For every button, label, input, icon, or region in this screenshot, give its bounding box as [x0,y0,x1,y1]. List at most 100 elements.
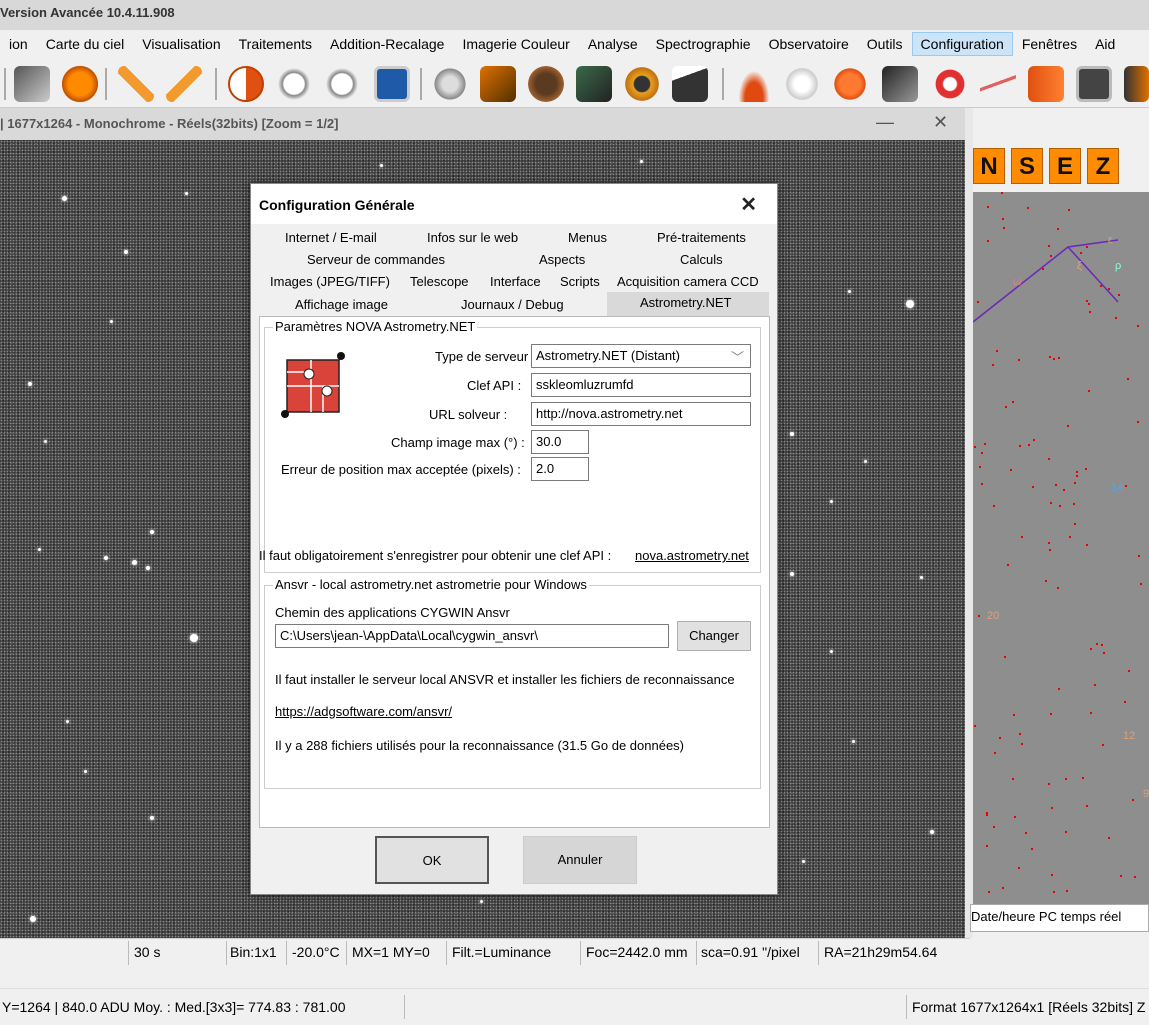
menu-item-spectrography[interactable]: Spectrographie [647,32,760,56]
nova-settings-group: Paramètres NOVA Astrometry.NET Type de s… [259,319,761,573]
record-icon[interactable] [932,66,968,102]
north-button[interactable]: N [973,148,1005,184]
dialog-close-button[interactable]: ✕ [740,192,757,217]
cygwin-path-input[interactable]: C:\Users\jean-\AppData\Local\cygwin_ansv… [275,624,669,648]
sky-panel-header [973,108,1149,140]
bars-icon[interactable] [1028,66,1064,102]
menu-item-observatory[interactable]: Observatoire [760,32,858,56]
tab-command-server[interactable]: Serveur de commandes [307,252,445,267]
menu-item-stacking[interactable]: Addition-Recalage [321,32,453,56]
menu-item-sky-map[interactable]: Carte du ciel [37,32,134,56]
tab-ccd-acquisition[interactable]: Acquisition camera CCD [617,274,759,289]
tab-menus[interactable]: Menus [568,230,607,245]
transform-icon[interactable] [14,66,50,102]
catalog-star-dot [1050,713,1052,715]
info-icon[interactable] [62,66,98,102]
wrench-icon[interactable] [832,66,868,102]
tab-aspects[interactable]: Aspects [539,252,585,267]
status-separator [818,941,819,965]
catalog-star-dot [1033,439,1035,441]
menu-item-view[interactable]: Visualisation [133,32,229,56]
east-button[interactable]: E [1049,148,1081,184]
tab-telescope[interactable]: Telescope [410,274,469,289]
catalog-star-dot [1096,643,1098,645]
camera-1-icon[interactable] [480,66,516,102]
tab-images-jpeg-tiff[interactable]: Images (JPEG/TIFF) [270,274,390,289]
change-path-button[interactable]: Changer [677,621,751,651]
tab-interface[interactable]: Interface [490,274,541,289]
menu-item-file[interactable]: ion [0,32,37,56]
image-window-close-button[interactable]: ✕ [933,112,948,133]
stack-icon[interactable] [882,66,918,102]
tab-logs-debug[interactable]: Journaux / Debug [461,297,564,312]
catalog-star-dot [1065,831,1067,833]
tab-calculations[interactable]: Calculs [680,252,723,267]
catalog-star-dot [994,752,996,754]
south-button[interactable]: S [1011,148,1043,184]
catalog-star-dot [1007,564,1009,566]
max-field-input[interactable]: 30.0 [531,430,589,454]
star [190,634,198,642]
star [852,740,855,743]
catalog-star-dot [1058,688,1060,690]
catalog-star-dot [1076,471,1078,473]
max-field-label: Champ image max (°) : [391,435,525,450]
frame-icon[interactable] [1076,66,1112,102]
menu-item-windows[interactable]: Fenêtres [1013,32,1086,56]
menu-item-tools[interactable]: Outils [858,32,912,56]
catalog-star-dot [992,364,994,366]
catalog-star-dot [993,505,995,507]
curve-icon[interactable] [980,66,1016,102]
ok-button[interactable]: OK [375,836,489,884]
observatory-icon[interactable] [672,66,708,102]
catalog-star-dot [986,814,988,816]
zoom-in-icon[interactable] [324,66,360,102]
camera-2-icon[interactable] [528,66,564,102]
menu-item-configuration[interactable]: Configuration [911,32,1013,56]
star-label: ξ [1077,260,1082,272]
catalog-star-dot [988,891,990,893]
histogram-icon[interactable] [1124,66,1149,102]
tab-preprocessing[interactable]: Pré-traitements [657,230,746,245]
files-info-text: Il y a 288 fichiers utilisés pour la rec… [275,738,685,753]
zoom-out-icon[interactable] [276,66,312,102]
ansvr-link[interactable]: https://adgsoftware.com/ansvr/ [275,704,452,719]
menu-item-help[interactable]: Aid [1086,32,1124,56]
max-error-input[interactable]: 2.0 [531,457,589,481]
cygwin-path-label: Chemin des applications CYGWIN Ansvr [275,605,510,620]
menu-item-color-imaging[interactable]: Imagerie Couleur [453,32,578,56]
splitter[interactable] [965,108,973,938]
tab-web-info[interactable]: Infos sur le web [427,230,518,245]
filter-wheel-icon[interactable] [432,66,468,102]
contrast-icon[interactable] [228,66,264,102]
catalog-star-dot [984,443,986,445]
tab-astrometry-net[interactable]: Astrometry.NET [640,295,732,310]
menu-item-processing[interactable]: Traitements [230,32,321,56]
cancel-button[interactable]: Annuler [523,836,637,884]
star [185,192,188,195]
zenith-button[interactable]: Z [1087,148,1119,184]
catalog-star-dot [1076,475,1078,477]
tab-image-display[interactable]: Affichage image [295,297,388,312]
solver-url-input[interactable]: http://nova.astrometry.net [531,402,751,426]
server-type-select[interactable]: Astrometry.NET (Distant) ﹀ [531,344,751,368]
sphere-icon[interactable] [784,66,820,102]
peak-icon[interactable] [736,66,772,102]
server-type-value: Astrometry.NET (Distant) [536,348,680,363]
focuser-icon[interactable] [624,66,660,102]
minimize-button[interactable]: — [876,112,894,133]
star [848,290,851,293]
tab-scripts[interactable]: Scripts [560,274,600,289]
register-link[interactable]: nova.astrometry.net [635,548,749,563]
tab-internet-email[interactable]: Internet / E-mail [285,230,377,245]
catalog-star-dot [1050,502,1052,504]
rotate-left-icon[interactable] [118,66,154,102]
image-window-title: | 1677x1264 - Monochrome - Réels(32bits)… [0,116,339,131]
camera-3-icon[interactable] [576,66,612,102]
sky-chart[interactable]: ε ξ ρ ω 14 20 12 9 [973,192,1149,904]
zoom-fit-icon[interactable] [374,66,410,102]
menu-item-analysis[interactable]: Analyse [579,32,647,56]
sky-time-label: Date/heure PC temps réel [971,909,1122,924]
rotate-right-icon[interactable] [166,66,202,102]
api-key-input[interactable]: sskleomluzrumfd [531,373,751,397]
